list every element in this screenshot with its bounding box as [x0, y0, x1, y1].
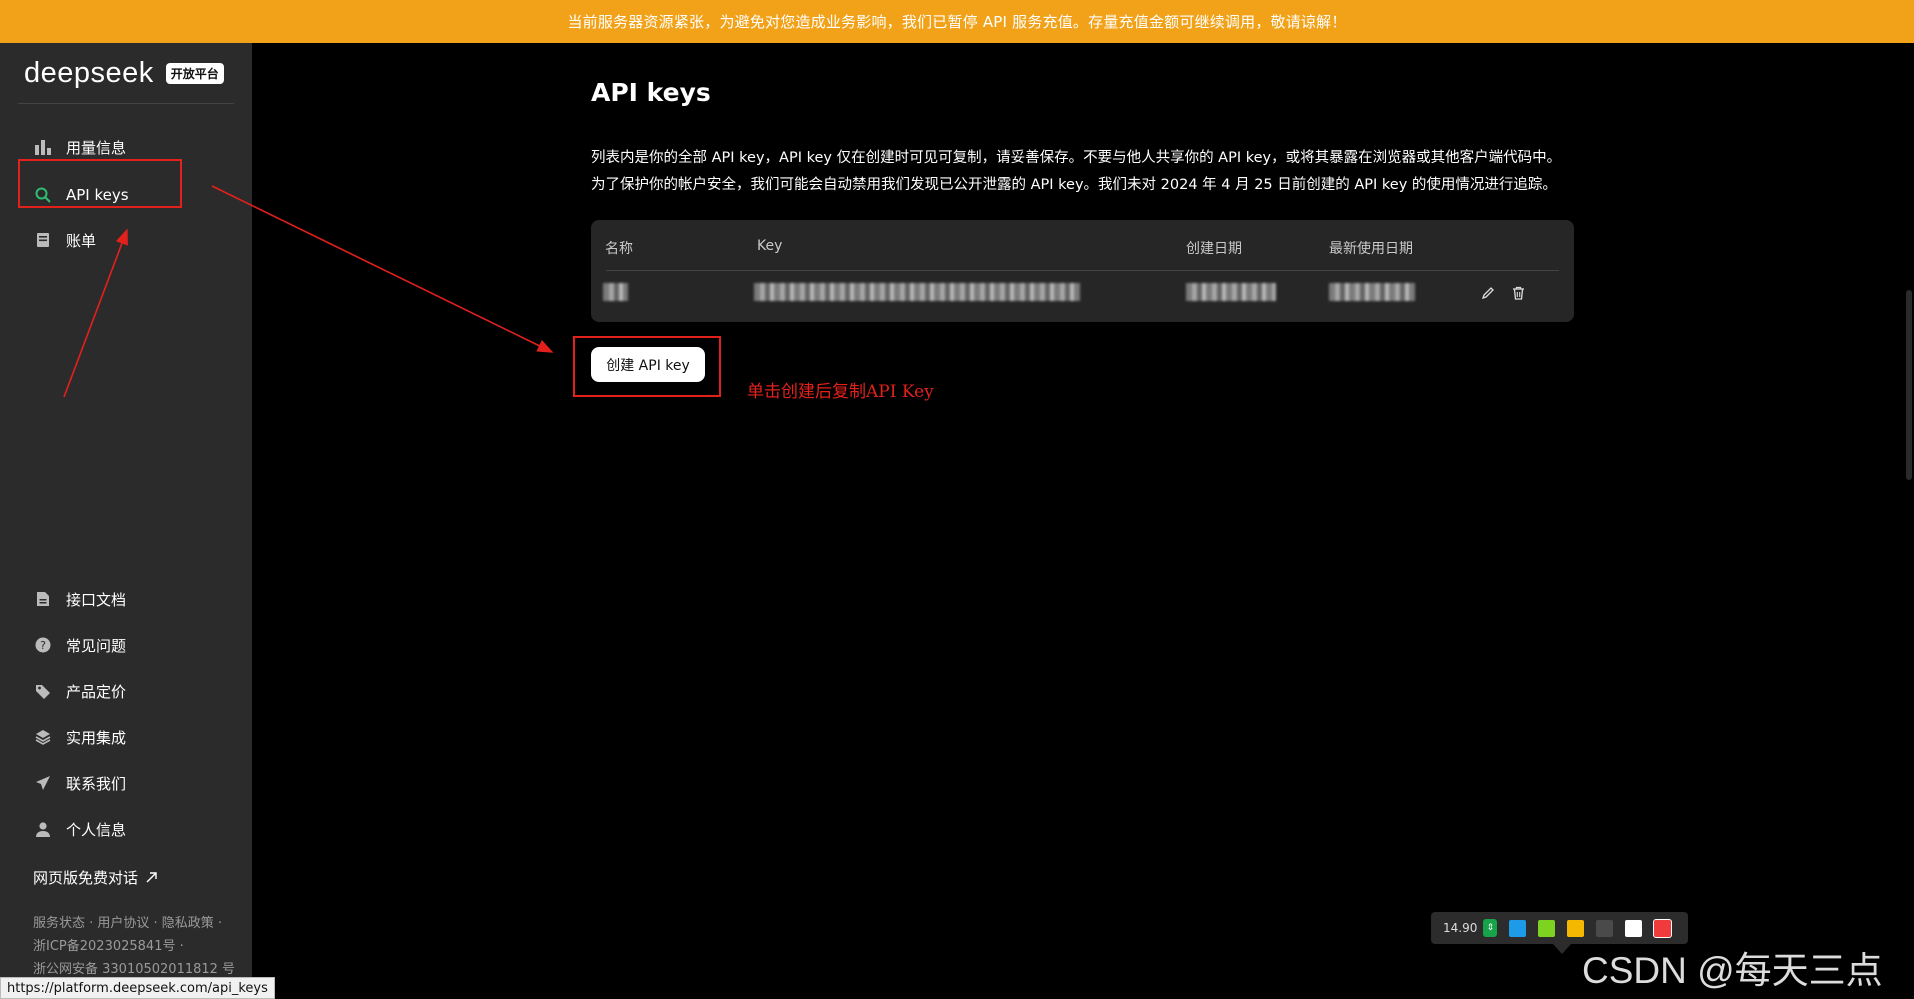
color-swatch-gray[interactable] — [1596, 919, 1614, 937]
color-swatch-white[interactable] — [1625, 919, 1643, 937]
color-swatch-blue[interactable] — [1509, 919, 1527, 937]
font-size-value[interactable]: 14.90 — [1443, 921, 1477, 935]
arrow-to-create-button — [211, 185, 554, 353]
watermark: CSDN @每天三点睡 — [1582, 950, 1883, 991]
color-swatch-yellow[interactable] — [1567, 919, 1585, 937]
toolbar-pointer — [1553, 944, 1571, 954]
arrow-to-api-keys — [63, 228, 128, 398]
annotation-text: 单击创建后复制API Key — [747, 382, 934, 402]
color-swatch-red[interactable] — [1653, 918, 1673, 938]
annotation-arrows — [63, 185, 554, 398]
font-size-stepper[interactable]: ⇕ — [1483, 919, 1498, 937]
color-swatch-green[interactable] — [1538, 919, 1556, 937]
scrollbar[interactable] — [1906, 290, 1912, 480]
